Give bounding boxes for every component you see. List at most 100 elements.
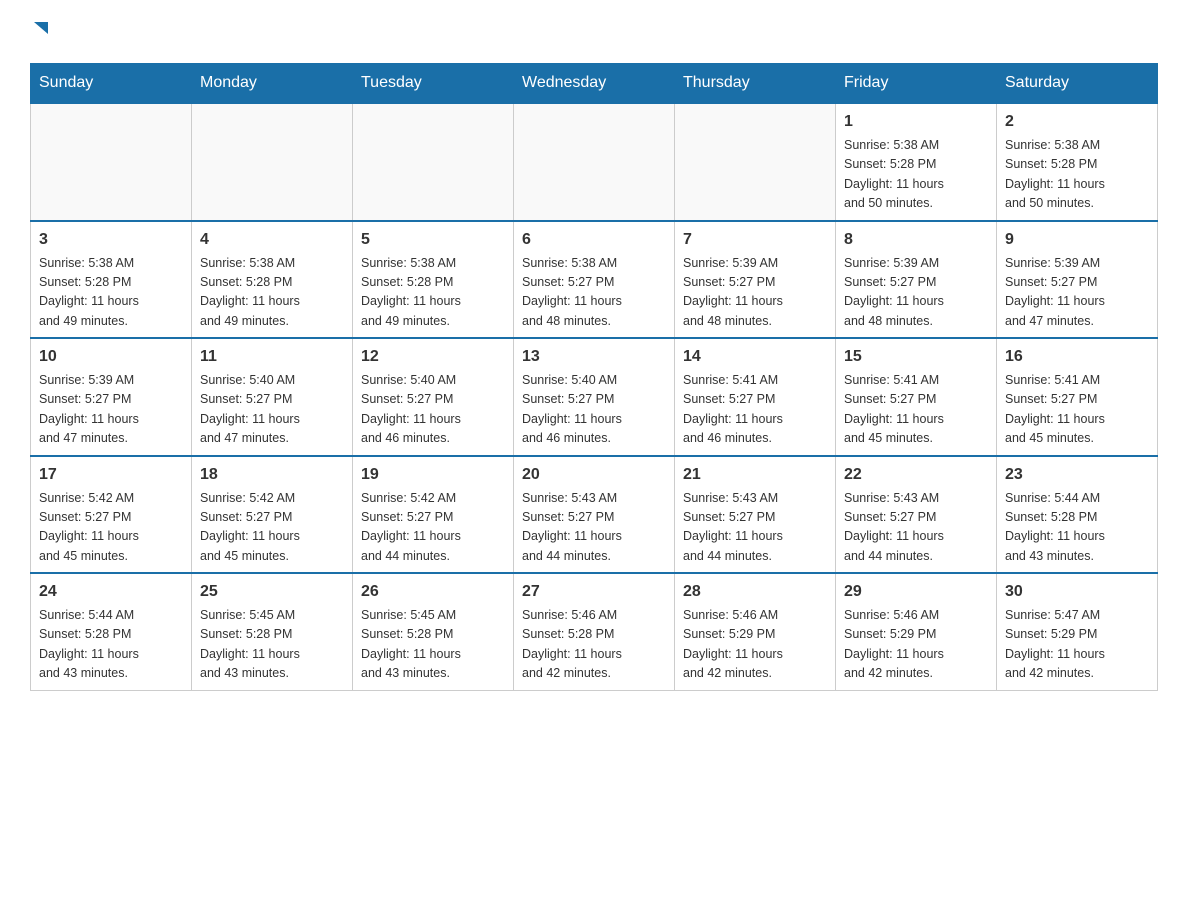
logo [30,20,50,43]
calendar-day-cell: 7Sunrise: 5:39 AM Sunset: 5:27 PM Daylig… [675,221,836,339]
day-info: Sunrise: 5:45 AM Sunset: 5:28 PM Dayligh… [361,606,505,684]
calendar-day-cell [514,103,675,221]
calendar-day-cell: 17Sunrise: 5:42 AM Sunset: 5:27 PM Dayli… [31,456,192,574]
day-info: Sunrise: 5:46 AM Sunset: 5:29 PM Dayligh… [683,606,827,684]
calendar-header-row: SundayMondayTuesdayWednesdayThursdayFrid… [31,64,1158,104]
calendar-week-row: 10Sunrise: 5:39 AM Sunset: 5:27 PM Dayli… [31,338,1158,456]
calendar-week-row: 3Sunrise: 5:38 AM Sunset: 5:28 PM Daylig… [31,221,1158,339]
calendar-day-cell: 21Sunrise: 5:43 AM Sunset: 5:27 PM Dayli… [675,456,836,574]
day-number: 10 [39,345,183,369]
day-of-week-header: Wednesday [514,64,675,104]
day-info: Sunrise: 5:43 AM Sunset: 5:27 PM Dayligh… [522,489,666,567]
day-number: 27 [522,580,666,604]
calendar-day-cell: 28Sunrise: 5:46 AM Sunset: 5:29 PM Dayli… [675,573,836,690]
day-number: 13 [522,345,666,369]
day-info: Sunrise: 5:40 AM Sunset: 5:27 PM Dayligh… [200,371,344,449]
day-number: 22 [844,463,988,487]
day-number: 5 [361,228,505,252]
calendar-day-cell: 23Sunrise: 5:44 AM Sunset: 5:28 PM Dayli… [997,456,1158,574]
calendar-week-row: 1 Sunrise: 5:38 AM Sunset: 5:28 PM Daylig… [31,103,1158,221]
day-info: Sunrise: 5:44 AM Sunset: 5:28 PM Dayligh… [1005,489,1149,567]
day-info: Sunrise: 5:39 AM Sunset: 5:27 PM Dayligh… [683,254,827,332]
calendar-table: SundayMondayTuesdayWednesdayThursdayFrid… [30,63,1158,691]
calendar-day-cell: 9Sunrise: 5:39 AM Sunset: 5:27 PM Daylig… [997,221,1158,339]
calendar-day-cell: 30Sunrise: 5:47 AM Sunset: 5:29 PM Dayli… [997,573,1158,690]
day-info: Sunrise: 5:38 AM Sunset: 5:28 PM Dayligh… [39,254,183,332]
day-number: 16 [1005,345,1149,369]
calendar-day-cell: 24Sunrise: 5:44 AM Sunset: 5:28 PM Dayli… [31,573,192,690]
day-info: Sunrise: 5:41 AM Sunset: 5:27 PM Dayligh… [683,371,827,449]
day-number: 28 [683,580,827,604]
calendar-day-cell: 16Sunrise: 5:41 AM Sunset: 5:27 PM Dayli… [997,338,1158,456]
day-number: 12 [361,345,505,369]
calendar-day-cell: 11Sunrise: 5:40 AM Sunset: 5:27 PM Dayli… [192,338,353,456]
day-info: Sunrise: 5:38 AM Sunset: 5:28 PM Dayligh… [200,254,344,332]
day-info: Sunrise: 5:43 AM Sunset: 5:27 PM Dayligh… [844,489,988,567]
day-number: 11 [200,345,344,369]
calendar-day-cell: 3Sunrise: 5:38 AM Sunset: 5:28 PM Daylig… [31,221,192,339]
day-of-week-header: Sunday [31,64,192,104]
calendar-day-cell: 29Sunrise: 5:46 AM Sunset: 5:29 PM Dayli… [836,573,997,690]
day-info: Sunrise: 5:39 AM Sunset: 5:27 PM Dayligh… [844,254,988,332]
calendar-day-cell [31,103,192,221]
day-number: 30 [1005,580,1149,604]
day-number: 17 [39,463,183,487]
day-number: 4 [200,228,344,252]
calendar-day-cell [353,103,514,221]
day-number: 2 [1005,110,1149,134]
day-number: 25 [200,580,344,604]
day-number: 26 [361,580,505,604]
day-info: Sunrise: 5:38 AM Sunset: 5:28 PM Dayligh… [1005,136,1149,214]
calendar-day-cell [192,103,353,221]
day-number: 19 [361,463,505,487]
calendar-day-cell: 4Sunrise: 5:38 AM Sunset: 5:28 PM Daylig… [192,221,353,339]
calendar-day-cell: 27Sunrise: 5:46 AM Sunset: 5:28 PM Dayli… [514,573,675,690]
calendar-day-cell: 25Sunrise: 5:45 AM Sunset: 5:28 PM Dayli… [192,573,353,690]
day-info: Sunrise: 5:41 AM Sunset: 5:27 PM Dayligh… [1005,371,1149,449]
calendar-day-cell: 13Sunrise: 5:40 AM Sunset: 5:27 PM Dayli… [514,338,675,456]
day-info: Sunrise: 5:43 AM Sunset: 5:27 PM Dayligh… [683,489,827,567]
day-number: 20 [522,463,666,487]
day-number: 24 [39,580,183,604]
day-number: 8 [844,228,988,252]
day-number: 14 [683,345,827,369]
day-info: Sunrise: 5:42 AM Sunset: 5:27 PM Dayligh… [361,489,505,567]
calendar-day-cell: 12Sunrise: 5:40 AM Sunset: 5:27 PM Dayli… [353,338,514,456]
day-info: Sunrise: 5:46 AM Sunset: 5:29 PM Dayligh… [844,606,988,684]
day-info: Sunrise: 5:38 AM Sunset: 5:28 PM Dayligh… [361,254,505,332]
day-number: 6 [522,228,666,252]
calendar-day-cell: 20Sunrise: 5:43 AM Sunset: 5:27 PM Dayli… [514,456,675,574]
logo-arrow-icon [32,20,50,43]
day-info: Sunrise: 5:45 AM Sunset: 5:28 PM Dayligh… [200,606,344,684]
calendar-day-cell: 1Sunrise: 5:38 AM Sunset: 5:28 PM Daylig… [836,103,997,221]
calendar-week-row: 17Sunrise: 5:42 AM Sunset: 5:27 PM Dayli… [31,456,1158,574]
day-number: 23 [1005,463,1149,487]
day-info: Sunrise: 5:38 AM Sunset: 5:27 PM Dayligh… [522,254,666,332]
day-of-week-header: Tuesday [353,64,514,104]
day-info: Sunrise: 5:42 AM Sunset: 5:27 PM Dayligh… [39,489,183,567]
day-number: 29 [844,580,988,604]
day-info: Sunrise: 5:47 AM Sunset: 5:29 PM Dayligh… [1005,606,1149,684]
day-of-week-header: Monday [192,64,353,104]
day-number: 1 [844,110,988,134]
header [30,20,1158,43]
day-info: Sunrise: 5:41 AM Sunset: 5:27 PM Dayligh… [844,371,988,449]
day-of-week-header: Friday [836,64,997,104]
day-number: 21 [683,463,827,487]
calendar-day-cell: 18Sunrise: 5:42 AM Sunset: 5:27 PM Dayli… [192,456,353,574]
day-info: Sunrise: 5:39 AM Sunset: 5:27 PM Dayligh… [39,371,183,449]
calendar-day-cell: 5Sunrise: 5:38 AM Sunset: 5:28 PM Daylig… [353,221,514,339]
day-of-week-header: Thursday [675,64,836,104]
calendar-day-cell: 6Sunrise: 5:38 AM Sunset: 5:27 PM Daylig… [514,221,675,339]
calendar-day-cell: 10Sunrise: 5:39 AM Sunset: 5:27 PM Dayli… [31,338,192,456]
day-of-week-header: Saturday [997,64,1158,104]
day-info: Sunrise: 5:42 AM Sunset: 5:27 PM Dayligh… [200,489,344,567]
calendar-day-cell [675,103,836,221]
day-number: 9 [1005,228,1149,252]
calendar-day-cell: 19Sunrise: 5:42 AM Sunset: 5:27 PM Dayli… [353,456,514,574]
day-number: 7 [683,228,827,252]
calendar-day-cell: 15Sunrise: 5:41 AM Sunset: 5:27 PM Dayli… [836,338,997,456]
calendar-day-cell: 2Sunrise: 5:38 AM Sunset: 5:28 PM Daylig… [997,103,1158,221]
day-number: 15 [844,345,988,369]
day-info: Sunrise: 5:46 AM Sunset: 5:28 PM Dayligh… [522,606,666,684]
